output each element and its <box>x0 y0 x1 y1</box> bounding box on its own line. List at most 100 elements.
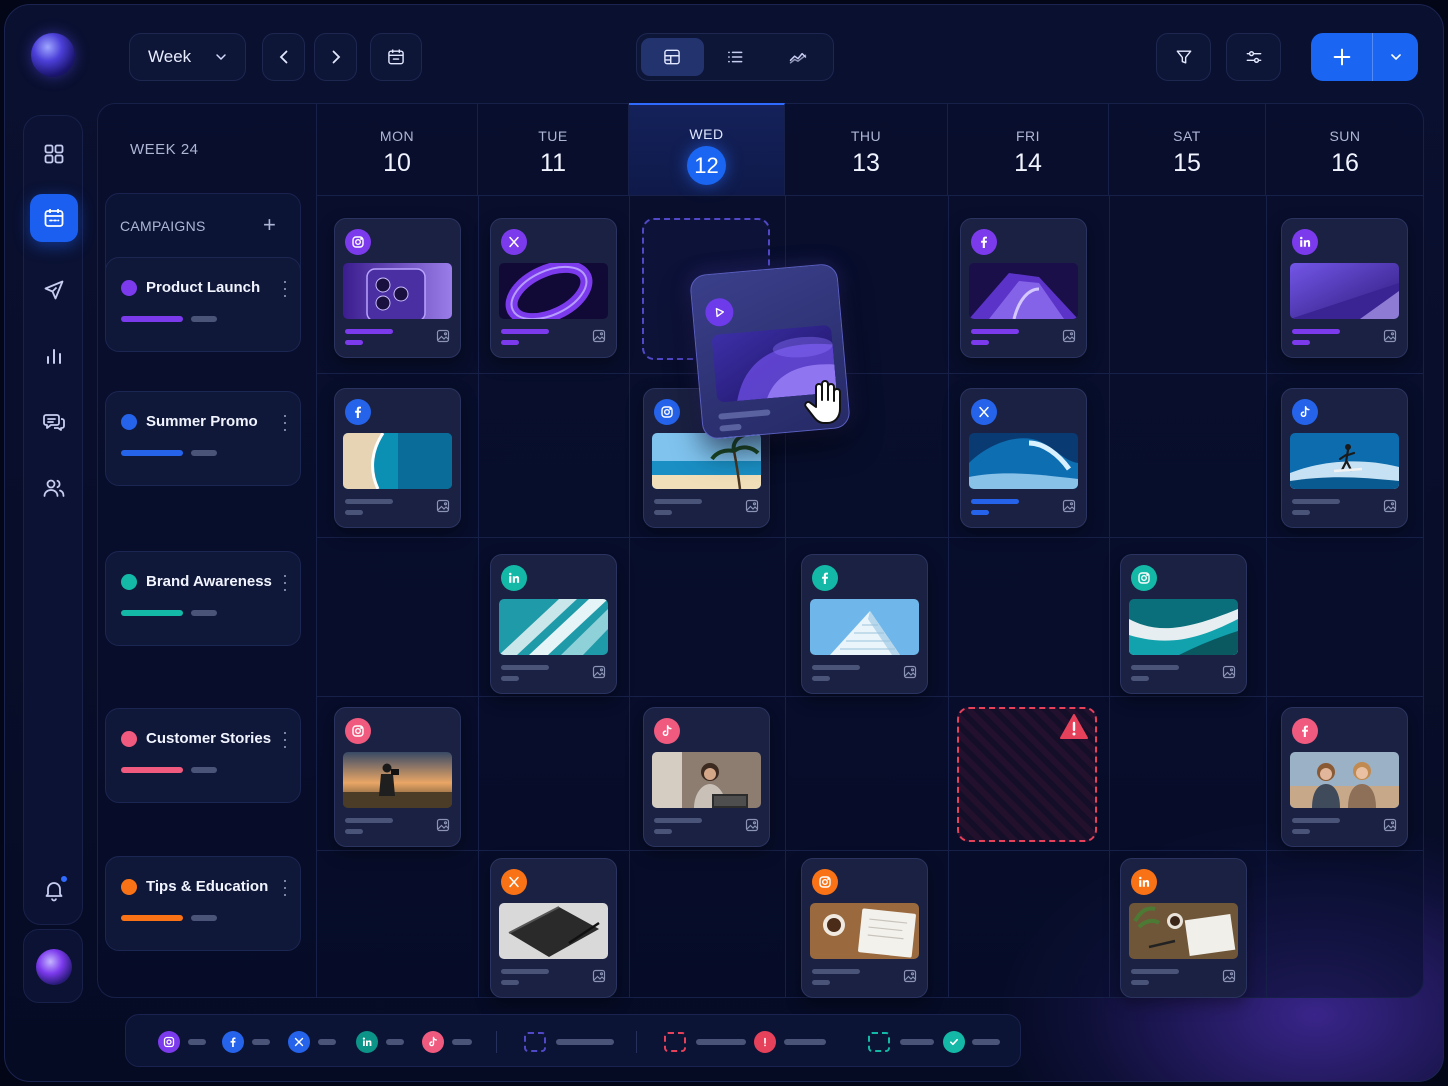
list-view-button[interactable] <box>704 38 767 76</box>
post-caption-line <box>1292 818 1340 823</box>
grid-line <box>478 195 479 998</box>
create-post-button[interactable] <box>1311 33 1418 81</box>
day-name: FRI <box>1015 128 1041 144</box>
campaign-name: Customer Stories <box>146 730 272 747</box>
facebook-icon <box>1292 718 1318 744</box>
legend-line <box>972 1039 1000 1045</box>
post-card-fri-facebook[interactable] <box>960 218 1087 358</box>
day-header-thu[interactable]: THU 13 <box>785 103 948 195</box>
campaign-name: Tips & Education <box>146 878 269 895</box>
linkedin-icon <box>501 565 527 591</box>
campaign-name: Brand Awareness <box>146 573 272 590</box>
post-image <box>1290 752 1399 808</box>
campaign-card-brand-awareness[interactable]: Brand Awareness · · · <box>105 551 301 646</box>
post-card-sat-linkedin[interactable] <box>1120 858 1247 998</box>
post-caption-line <box>345 510 363 515</box>
post-card-fri-x[interactable] <box>960 388 1087 528</box>
settings-button[interactable] <box>1226 33 1281 81</box>
day-header-mon[interactable]: MON 10 <box>317 103 478 195</box>
x-icon <box>971 399 997 425</box>
post-card-tue-x[interactable] <box>490 858 617 998</box>
instagram-icon <box>654 399 680 425</box>
analytics-view-button[interactable] <box>766 38 829 76</box>
filter-button[interactable] <box>1156 33 1211 81</box>
post-card-mon-instagram[interactable] <box>334 707 461 847</box>
conflict-slot[interactable] <box>957 707 1097 842</box>
grid-line <box>948 195 949 998</box>
post-card-tue-x[interactable] <box>490 218 617 358</box>
more-vertical-icon[interactable]: · · · <box>282 871 288 903</box>
grid-line <box>629 195 630 998</box>
day-header-sun[interactable]: SUN 16 <box>1266 103 1424 195</box>
post-caption-line <box>345 340 363 345</box>
more-vertical-icon[interactable]: · · · <box>282 723 288 755</box>
legend-error-slot <box>664 1032 686 1052</box>
more-vertical-icon[interactable]: · · · <box>282 272 288 304</box>
post-card-sun-facebook[interactable] <box>1281 707 1408 847</box>
post-card-mon-instagram[interactable] <box>334 218 461 358</box>
sidebar-item-publish[interactable] <box>30 266 78 314</box>
campaign-color-dot <box>121 731 137 747</box>
x-icon <box>501 869 527 895</box>
day-number: 13 <box>852 149 880 177</box>
day-name: THU <box>850 128 882 144</box>
post-card-sun-linkedin[interactable] <box>1281 218 1408 358</box>
view-range-select[interactable]: Week <box>129 33 246 81</box>
post-caption-line <box>812 980 830 985</box>
more-vertical-icon[interactable]: · · · <box>282 406 288 438</box>
day-header-fri[interactable]: FRI 14 <box>948 103 1109 195</box>
sidebar-item-analytics[interactable] <box>30 332 78 380</box>
post-card-sat-instagram[interactable] <box>1120 554 1247 694</box>
sidebar-item-calendar[interactable] <box>30 194 78 242</box>
grid-line <box>1266 195 1267 998</box>
sidebar-item-dashboard[interactable] <box>30 130 78 178</box>
day-header-wed[interactable]: WED 12 <box>629 103 785 195</box>
image-icon <box>1383 499 1397 513</box>
post-caption-line <box>654 818 702 823</box>
post-caption-line <box>1292 499 1340 504</box>
post-caption-line <box>1131 980 1149 985</box>
image-icon <box>436 329 450 343</box>
next-week-button[interactable] <box>314 33 357 81</box>
image-icon <box>1062 329 1076 343</box>
previous-week-button[interactable] <box>262 33 305 81</box>
notifications-button[interactable] <box>30 866 78 914</box>
campaign-card-customer-stories[interactable]: Customer Stories · · · <box>105 708 301 803</box>
day-header-tue[interactable]: TUE 11 <box>478 103 629 195</box>
chevron-left-icon <box>279 50 287 64</box>
legend-line <box>900 1039 934 1045</box>
sidebar-item-team[interactable] <box>30 464 78 512</box>
add-campaign-button[interactable]: + <box>263 212 276 238</box>
post-card-thu-facebook[interactable] <box>801 554 928 694</box>
app-logo[interactable] <box>31 33 75 77</box>
linkedin-icon <box>1131 869 1157 895</box>
post-caption-line <box>654 510 672 515</box>
campaign-card-tips-education[interactable]: Tips & Education · · · <box>105 856 301 951</box>
campaign-card-summer-promo[interactable]: Summer Promo · · · <box>105 391 301 486</box>
create-button[interactable] <box>1311 33 1373 81</box>
campaign-card-product-launch[interactable]: Product Launch · · · <box>105 257 301 352</box>
today-number: 12 <box>687 146 726 185</box>
post-caption-line <box>1292 329 1340 334</box>
check-icon <box>943 1031 965 1053</box>
post-card-sun-tiktok[interactable] <box>1281 388 1408 528</box>
day-header-sat[interactable]: SAT 15 <box>1109 103 1266 195</box>
post-caption-line <box>501 665 549 670</box>
date-picker-button[interactable] <box>370 33 422 81</box>
post-card-wed-tiktok[interactable] <box>643 707 770 847</box>
create-options-button[interactable] <box>1373 33 1418 81</box>
avatar[interactable] <box>36 949 72 985</box>
post-caption-line <box>501 969 549 974</box>
calendar-view-button[interactable] <box>641 38 704 76</box>
image-icon <box>592 665 606 679</box>
post-card-tue-linkedin[interactable] <box>490 554 617 694</box>
legend-line <box>188 1039 206 1045</box>
post-caption-line <box>654 499 702 504</box>
post-caption-line <box>1292 829 1310 834</box>
post-card-mon-facebook[interactable] <box>334 388 461 528</box>
more-vertical-icon[interactable]: · · · <box>282 566 288 598</box>
image-icon <box>903 665 917 679</box>
post-card-thu-instagram[interactable] <box>801 858 928 998</box>
sidebar-item-messages[interactable] <box>30 398 78 446</box>
user-menu[interactable] <box>23 929 83 1003</box>
